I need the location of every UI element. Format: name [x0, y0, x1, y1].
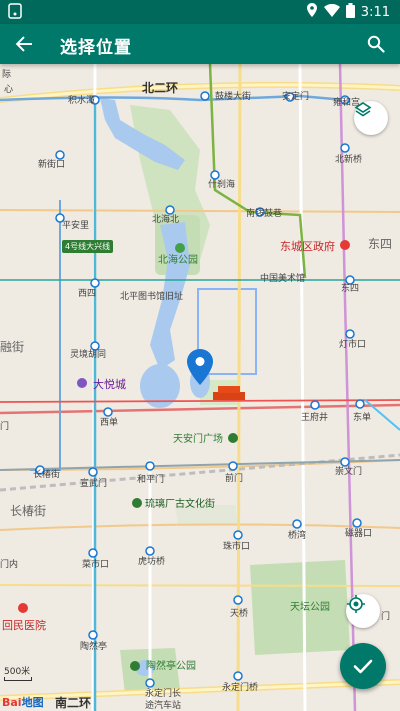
- map-label: 天桥: [230, 609, 249, 619]
- map-label: 宣武门: [80, 479, 108, 489]
- map-label: 和平门: [137, 475, 165, 485]
- search-button[interactable]: [362, 30, 390, 58]
- map-label: 永定门长: [145, 689, 182, 699]
- map-label: 北二环: [142, 81, 179, 95]
- map-label: 北海公园: [158, 255, 198, 266]
- map-label: 新街口: [38, 160, 66, 170]
- check-icon: [353, 659, 373, 674]
- map-label: 际: [2, 70, 12, 80]
- app-bar: 选择位置: [0, 24, 400, 64]
- map-label: 门: [0, 422, 10, 432]
- map-label: 门: [381, 612, 391, 622]
- map-label: 心: [4, 85, 14, 95]
- map-label: 菜市口: [82, 560, 110, 570]
- status-bar: 3:11: [0, 0, 400, 24]
- map-label: 南锣鼓巷: [246, 209, 283, 219]
- map-label: 天安门广场: [173, 434, 223, 445]
- map-label: 安定门: [282, 92, 310, 102]
- map-label: 北平图书馆旧址: [120, 292, 184, 302]
- attribution-suffix: 地图: [21, 696, 44, 709]
- map-label: 大悦城: [93, 378, 126, 391]
- confirm-location-button[interactable]: [340, 643, 386, 689]
- attribution-label: Bai: [2, 696, 22, 709]
- my-location-button[interactable]: [346, 594, 380, 628]
- map-label: 回民医院: [2, 619, 46, 632]
- map-label: 王府井: [301, 413, 329, 423]
- map-label: 东四: [341, 284, 360, 294]
- my-location-icon: [347, 595, 365, 613]
- map-label: 西四: [78, 289, 97, 299]
- map-label: 鼓楼大街: [215, 92, 252, 102]
- wifi-icon: [323, 3, 340, 21]
- map-label: 东单: [353, 413, 372, 423]
- map-label: 长椿街: [33, 470, 61, 480]
- map-label: 永定门桥: [222, 683, 259, 693]
- layers-button[interactable]: [354, 101, 388, 135]
- notification-icon: [8, 3, 22, 19]
- map-view[interactable]: 4号线大兴线 北二环 南二环 东城区政府 东四 融街 长椿街 北平图书馆旧址 北海公园 天安门广…: [0, 64, 400, 711]
- map-label: 北新桥: [335, 155, 363, 165]
- map-attribution: Bai地图: [2, 694, 44, 710]
- map-label: 融街: [0, 340, 25, 354]
- arrow-left-icon: [15, 36, 32, 52]
- map-label: 途汽车站: [145, 701, 182, 711]
- status-time: 3:11: [360, 4, 390, 20]
- page-title: 选择位置: [60, 38, 132, 58]
- map-label: 西单: [100, 418, 119, 428]
- back-button[interactable]: [10, 30, 38, 58]
- map-label: 什刹海: [208, 180, 236, 190]
- map-pin-icon: [187, 349, 213, 385]
- map-label: 平安里: [62, 221, 90, 231]
- map-label: 琉璃厂古文化街: [145, 499, 215, 510]
- search-icon: [367, 35, 385, 53]
- map-label: 东城区政府: [280, 240, 335, 253]
- map-label: 东四: [368, 237, 393, 251]
- map-label: 灯市口: [339, 340, 367, 350]
- battery-icon: [345, 2, 355, 22]
- map-label: 虎坊桥: [138, 557, 166, 567]
- map-label: 积水潭: [68, 96, 96, 106]
- metro-line-badge: 4号线大兴线: [62, 240, 114, 253]
- map-label: 桥湾: [288, 531, 307, 541]
- scale-bar: [4, 677, 32, 681]
- map-scale: 500米: [4, 664, 32, 681]
- map-label: 北海北: [152, 215, 180, 225]
- map-label: 陶然亭公园: [146, 661, 196, 672]
- map-label: 南二环: [55, 696, 92, 710]
- map-label: 中国美术馆: [260, 274, 306, 284]
- map-label: 崇文门: [335, 467, 363, 477]
- scale-label: 500米: [4, 667, 31, 677]
- map-label: 天坛公园: [290, 602, 330, 613]
- map-label: 门内: [0, 560, 19, 570]
- location-status-icon: [306, 3, 318, 21]
- map-label: 长椿街: [10, 504, 47, 518]
- map-label: 灵境胡同: [70, 350, 107, 360]
- map-label: 磁器口: [345, 529, 373, 539]
- map-label: 前门: [225, 474, 244, 484]
- layers-icon: [354, 102, 372, 117]
- map-label: 珠市口: [223, 542, 251, 552]
- map-label: 陶然亭: [80, 642, 108, 652]
